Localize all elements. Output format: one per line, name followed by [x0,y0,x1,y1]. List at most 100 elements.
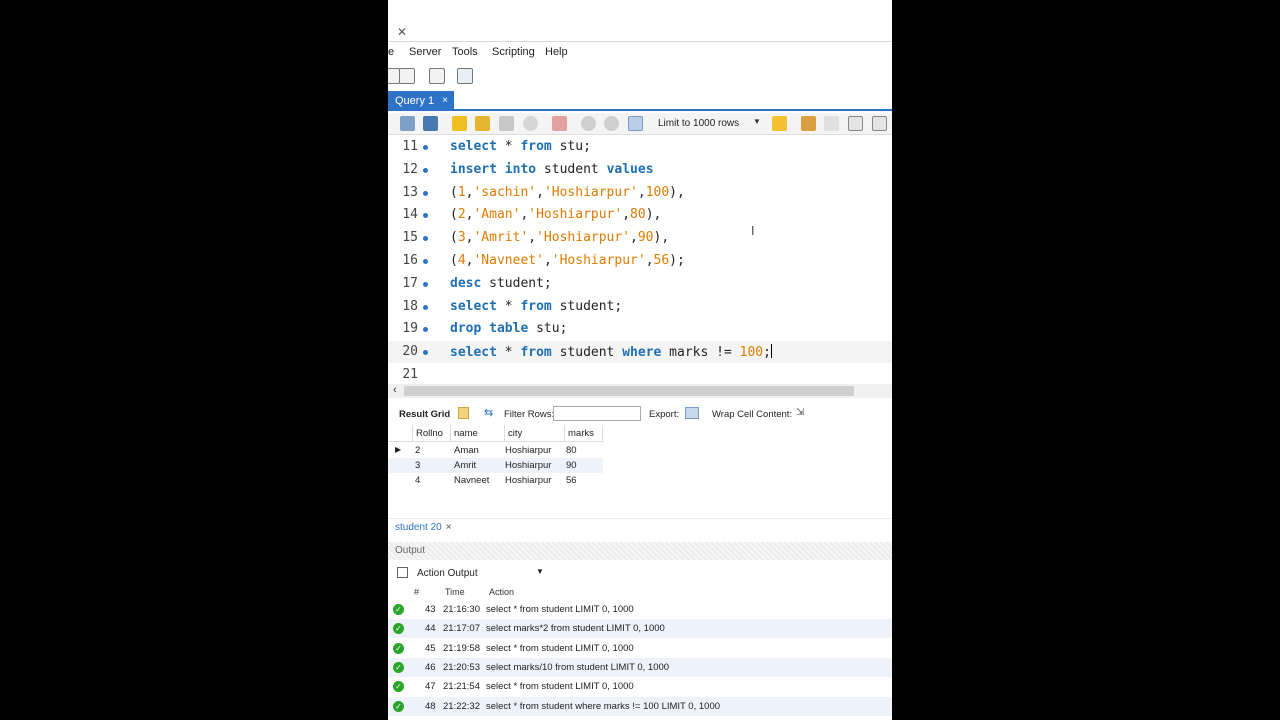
code-token: desc [450,275,482,291]
editor-line[interactable]: 17 desc student; [388,273,892,295]
list-item[interactable]: ✓ 43 21:16:30 select * from student LIMIT 0… [388,600,892,619]
editor-line[interactable]: 13 (1,'sachin','Hoshiarpur',100), [388,182,892,204]
execute-icon[interactable] [452,116,467,131]
code-text[interactable]: select * from stu; [450,139,591,154]
editor-line[interactable]: 15 (3,'Amrit','Hoshiarpur',90), [388,227,892,249]
grid-corner [388,425,413,442]
code-token: 100 [645,184,670,200]
list-item[interactable]: ✓ 45 21:19:58 select * from student LIMIT 0… [388,639,892,658]
code-text[interactable]: (2,'Aman','Hoshiarpur',80), [450,207,661,222]
main-toolbar [388,64,892,88]
copy-icon[interactable] [397,567,408,578]
scroll-left-icon[interactable]: ‹ [393,384,397,396]
toggle-error-icon[interactable] [552,116,567,131]
autocommit-icon[interactable] [628,116,643,131]
editor-line[interactable]: 12 insert into student values [388,159,892,181]
sql-editor[interactable]: 11 select * from stu; 12 insert into studen… [388,136,892,384]
cell-marks[interactable]: 80 [566,445,577,456]
editor-horizontal-scrollbar[interactable]: ‹ [388,384,892,398]
editor-line[interactable]: 21 [388,364,892,386]
output-action: select marks/10 from student LIMIT 0, 10… [486,661,670,673]
refresh-icon[interactable]: ⇆ [484,406,493,419]
cell-city[interactable]: Hoshiarpur [505,445,551,456]
cell-city[interactable]: Hoshiarpur [505,475,551,486]
column-header-marks[interactable]: marks [565,425,603,442]
bookmark-icon[interactable] [772,116,787,131]
code-text[interactable]: select * from student; [450,299,622,314]
cell-name[interactable]: Amrit [454,460,476,471]
execute-current-icon[interactable] [475,116,490,131]
menu-item-help[interactable]: Help [545,46,568,58]
menu-item-tools[interactable]: Tools [452,46,478,58]
cell-rollno[interactable]: 2 [415,445,420,456]
cell-rollno[interactable]: 3 [415,460,420,471]
output-panel-header: Output [388,542,892,560]
beautify-icon[interactable] [801,116,816,131]
save-icon[interactable] [423,116,438,131]
limit-rows-select[interactable]: Limit to 1000 rows [658,118,739,129]
menu-item-edit[interactable]: e [388,46,394,58]
chevron-down-icon[interactable]: ▼ [536,567,544,576]
table-row[interactable]: ▶ 2 Aman Hoshiarpur 80 [388,443,603,458]
code-text[interactable]: insert into student values [450,162,654,177]
list-item[interactable]: ✓ 44 21:17:07 select marks*2 from student L… [388,619,892,639]
rollback-icon[interactable] [604,116,619,131]
close-icon[interactable]: ✕ [397,25,407,39]
scrollbar-thumb[interactable] [404,386,854,396]
tab-close-icon[interactable]: × [446,522,452,533]
current-row-marker-icon: ▶ [395,445,402,454]
editor-line[interactable]: 16 (4,'Navneet','Hoshiarpur',56); [388,250,892,272]
table-row[interactable]: 3 Amrit Hoshiarpur 90 [388,458,603,473]
export-icon[interactable] [685,407,699,419]
stop-icon[interactable] [523,116,538,131]
invisible-chars-icon[interactable] [848,116,863,131]
code-text[interactable]: (3,'Amrit','Hoshiarpur',90), [450,230,669,245]
code-token: ( [450,253,458,268]
table-row[interactable]: 4 Navneet Hoshiarpur 56 [388,473,603,488]
wrap-icon[interactable]: ⇲ [796,407,804,418]
menu-item-server[interactable]: Server [409,46,441,58]
column-header-name[interactable]: name [451,425,505,442]
wrap-lines-icon[interactable] [872,116,887,131]
migration-icon[interactable] [457,68,473,84]
code-text[interactable]: select * from student where marks != 100… [450,344,772,360]
tab-close-icon[interactable]: × [442,95,448,106]
code-text[interactable]: (4,'Navneet','Hoshiarpur',56); [450,253,685,268]
cell-name[interactable]: Aman [454,445,479,456]
cell-rollno[interactable]: 4 [415,475,420,486]
result-grid-tab[interactable]: Result Grid [399,409,450,420]
tab-query-1[interactable]: Query 1 × [388,91,454,111]
grid-icon[interactable] [458,407,469,419]
list-item[interactable]: ✓ 46 21:20:53 select marks/10 from student … [388,657,892,677]
code-token: 'Hoshiarpur' [528,207,623,223]
search-icon[interactable] [824,116,839,131]
code-text[interactable]: (1,'sachin','Hoshiarpur',100), [450,185,685,200]
editor-line[interactable]: 18 select * from student; [388,296,892,318]
filter-rows-input[interactable] [553,406,641,421]
code-text[interactable]: drop table stu; [450,321,567,336]
cell-marks[interactable]: 56 [566,475,577,486]
list-item[interactable]: ✓ 47 21:21:54 select * from student LIMIT 0… [388,677,892,696]
editor-line[interactable]: 14 (2,'Aman','Hoshiarpur',80), [388,204,892,226]
code-token: insert [450,161,497,177]
editor-line[interactable]: 19 drop table stu; [388,318,892,340]
settings-icon[interactable] [399,68,415,84]
code-token: select [450,139,497,154]
menu-item-scripting[interactable]: Scripting [492,46,535,58]
tab-result-student-20[interactable]: student 20 × [395,522,452,533]
code-text[interactable]: desc student; [450,276,552,291]
inspector-icon[interactable] [429,68,445,84]
output-type-select[interactable]: Action Output [417,568,478,579]
commit-icon[interactable] [581,116,596,131]
editor-line[interactable]: 20 select * from student where marks != 1… [388,341,892,364]
column-header-city[interactable]: city [505,425,565,442]
list-item[interactable]: ✓ 48 21:22:32 select * from student where m… [388,696,892,716]
cell-name[interactable]: Navneet [454,475,489,486]
cell-marks[interactable]: 90 [566,460,577,471]
cell-city[interactable]: Hoshiarpur [505,460,551,471]
column-header-rollno[interactable]: Rollno [413,425,451,442]
open-file-icon[interactable] [400,116,415,131]
explain-icon[interactable] [499,116,514,131]
editor-line[interactable]: 11 select * from stu; [388,136,892,158]
chevron-down-icon[interactable]: ▼ [753,117,761,126]
